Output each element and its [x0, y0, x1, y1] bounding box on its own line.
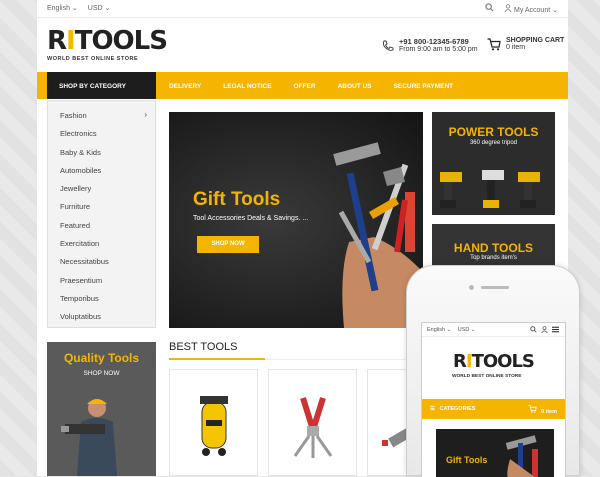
logo-bolt-letter: I [66, 26, 76, 56]
store-logo[interactable]: RITOOLS WORLD BEST ONLINE STORE [47, 26, 168, 62]
nav-link-offer[interactable]: OFFER [294, 83, 316, 90]
currency-label: USD [87, 5, 103, 12]
promo-title-word: HAND [453, 241, 489, 255]
multitool-image [293, 397, 333, 458]
hero-title: Gift Tools [193, 189, 281, 210]
top-bar: English ⌄ USD ⌄ My Account ⌄ [37, 0, 568, 18]
logo-letters: TOOLS [471, 351, 535, 372]
mobile-cart-count: 0 item [541, 409, 557, 415]
logo-letters: TOOLS [74, 26, 168, 56]
promo-title-accent: TOOLS [491, 241, 534, 255]
mobile-currency-select[interactable]: USD ⌄ [458, 327, 476, 333]
main-nav: SHOP BY CATEGORY DELIVERY LEGAL NOTICE O… [37, 72, 568, 99]
mobile-phone-mockup: English ⌄ USD ⌄ RITOOLS WORLD BEST ONLIN… [406, 265, 580, 477]
nav-link-legal-notice[interactable]: LEGAL NOTICE [223, 83, 271, 90]
mobile-logo-wordmark[interactable]: RITOOLS [453, 351, 535, 372]
cart-icon [487, 38, 501, 53]
opening-hours: From 9:00 am to 5:00 pm [399, 46, 478, 53]
mobile-logo-tagline: WORLD BEST ONLINE STORE [452, 374, 522, 379]
shop-now-button[interactable]: SHOP NOW [197, 236, 259, 253]
sidebar-item-exercitation[interactable]: Exercitation [48, 234, 155, 252]
mobile-screen: English ⌄ USD ⌄ RITOOLS WORLD BEST ONLIN… [421, 322, 566, 477]
search-icon[interactable] [485, 3, 494, 14]
user-icon [504, 3, 514, 14]
phone-icon [382, 40, 394, 54]
chevron-down-icon: ⌄ [552, 6, 558, 14]
mobile-language-label: English [427, 327, 446, 333]
nav-link-delivery[interactable]: DELIVERY [169, 83, 201, 90]
phone-camera [469, 285, 474, 290]
sidebar-item-automobiles[interactable]: Automobiles [48, 161, 155, 179]
mobile-categories-button[interactable]: CATEGORIES [439, 406, 475, 412]
power-drills-image [440, 170, 540, 208]
hero-banner[interactable]: Gift Tools Tool Accessories Deals & Savi… [169, 112, 423, 328]
promo-title: Quality Tools [63, 351, 140, 365]
hero-subtitle: Tool Accessories Deals & Savings. ... [193, 215, 309, 222]
nav-link-about-us[interactable]: ABOUT US [338, 83, 372, 90]
nav-link-secure-payment[interactable]: SECURE PAYMENT [394, 83, 454, 90]
chevron-down-icon: ⌄ [71, 5, 78, 12]
mobile-currency-label: USD [457, 327, 470, 333]
logo-tagline: WORLD BEST ONLINE STORE [47, 56, 139, 62]
currency-select[interactable]: USD ⌄ [88, 4, 111, 12]
category-sidebar: Fashion › Electronics Baby & Kids Automob… [47, 100, 156, 328]
sidebar-item-baby-kids[interactable]: Baby & Kids [48, 143, 155, 161]
mobile-cart[interactable]: 0 item [528, 405, 557, 415]
sidebar-item-fashion[interactable]: Fashion › [48, 106, 155, 124]
best-tools-heading: BEST TOOLS [169, 341, 238, 353]
mobile-category-bar: ☰ CATEGORIES 0 item [422, 399, 565, 419]
air-compressor-image [200, 396, 228, 456]
mobile-hero-banner[interactable]: Gift Tools [436, 429, 554, 477]
mobile-search-icon[interactable] [530, 326, 537, 335]
product-card-compressor[interactable] [169, 369, 258, 476]
logo-letter: R [47, 26, 67, 56]
promo-quality-tools[interactable]: Quality Tools SHOP NOW [47, 342, 156, 476]
language-label: English [47, 5, 70, 12]
logo-wordmark: RITOOLS [47, 26, 168, 56]
phone-speaker [481, 286, 509, 289]
account-label: My Account [513, 6, 551, 14]
heading-underline [169, 358, 265, 360]
product-card-multitool[interactable] [268, 369, 357, 476]
shop-by-category-button[interactable]: SHOP BY CATEGORY [47, 72, 156, 99]
mobile-user-icon[interactable] [541, 326, 548, 335]
promo-shop-now-link[interactable]: SHOP NOW [47, 370, 156, 377]
sidebar-item-electronics[interactable]: Electronics [48, 124, 155, 142]
language-select[interactable]: English ⌄ [47, 4, 78, 12]
sidebar-item-voluptatibus[interactable]: Voluptatibus [48, 307, 155, 325]
chevron-right-icon: › [144, 110, 147, 119]
logo-letter: R [453, 351, 467, 372]
phone-number[interactable]: +91 800-12345-6789 [399, 37, 478, 46]
contact-info: +91 800-12345-6789 From 9:00 am to 5:00 … [382, 37, 478, 53]
mobile-cart-icon [528, 405, 539, 415]
sidebar-item-temporibus[interactable]: Temporibus [48, 289, 155, 307]
sidebar-item-label: Fashion [60, 111, 87, 120]
mobile-language-select[interactable]: English ⌄ [427, 327, 451, 333]
promo-title: HAND TOOLS [432, 241, 555, 255]
chevron-down-icon: ⌄ [104, 5, 111, 12]
mobile-hero-title: Gift Tools [446, 455, 488, 465]
nav-links: DELIVERY LEGAL NOTICE OFFER ABOUT US SEC… [169, 83, 475, 90]
promo-subtitle: Top brands item's [470, 255, 517, 261]
shopping-cart[interactable]: SHOPPING CART 0 item [487, 37, 564, 51]
cart-label: SHOPPING CART [506, 37, 565, 44]
mobile-top-bar: English ⌄ USD ⌄ [422, 323, 565, 337]
account-menu[interactable]: My Account ⌄ [504, 3, 558, 14]
cart-count: 0 item [506, 44, 526, 51]
sidebar-item-featured[interactable]: Featured [48, 216, 155, 234]
promo-power-tools[interactable]: POWER TOOLS 360 degree tripod [432, 112, 555, 215]
sidebar-item-furniture[interactable]: Furniture [48, 197, 155, 215]
mobile-tools-illustration [505, 435, 538, 477]
sidebar-item-praesentium[interactable]: Praesentium [48, 271, 155, 289]
mobile-hamburger-icon: ☰ [430, 406, 435, 412]
sidebar-item-necessitatibus[interactable]: Necessitatibus [48, 252, 155, 270]
hamburger-menu-icon[interactable] [552, 326, 559, 335]
sidebar-item-jewellery[interactable]: Jewellery [48, 179, 155, 197]
